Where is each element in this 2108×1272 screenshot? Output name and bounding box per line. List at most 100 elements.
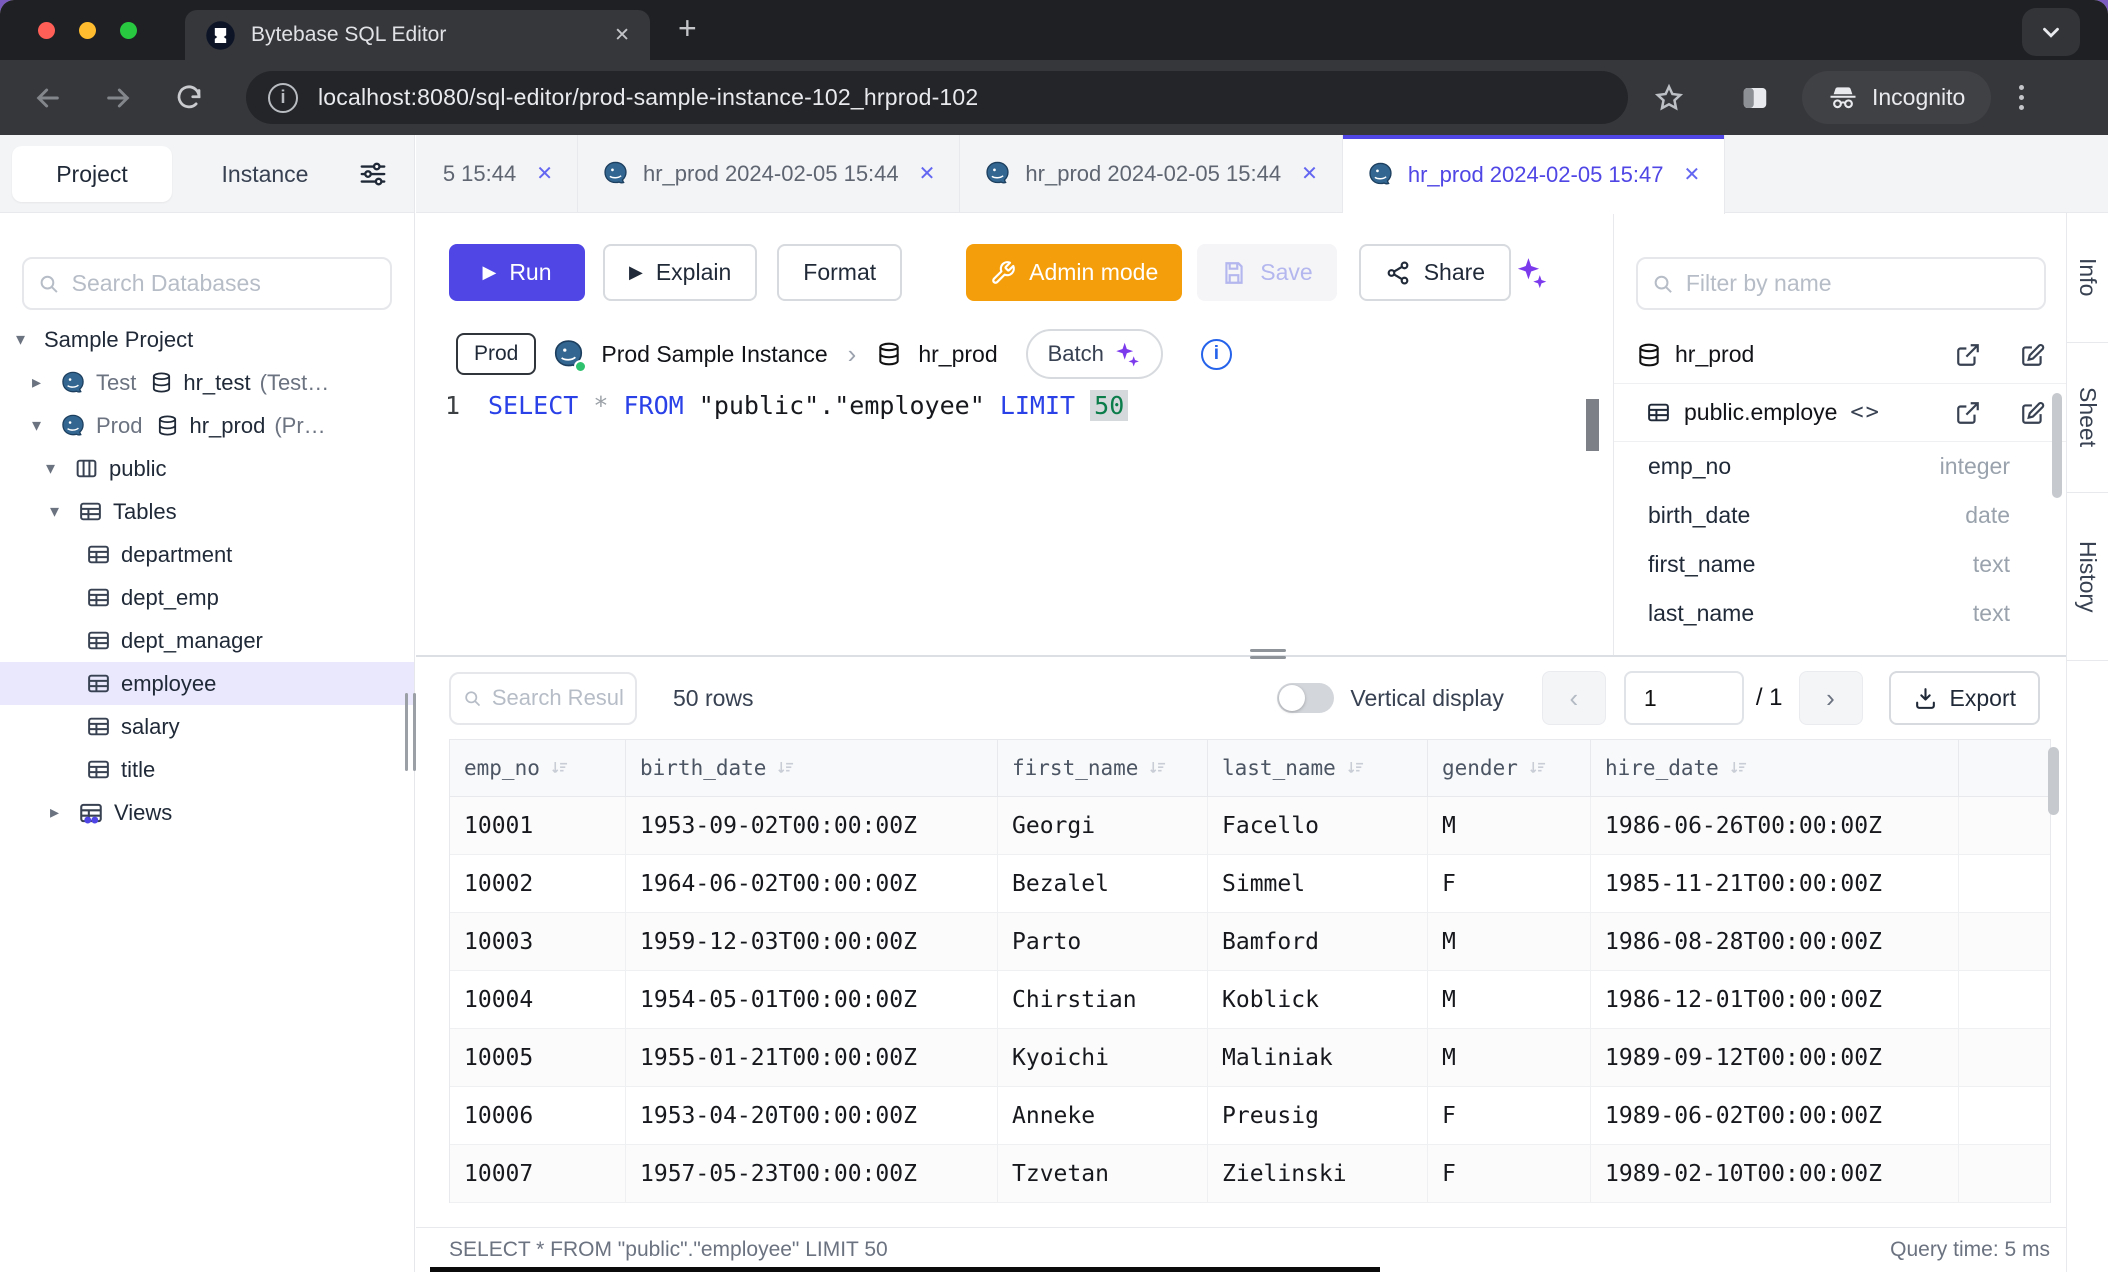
editor-tab[interactable]: hr_prod 2024-02-05 15:47 ✕ bbox=[1343, 135, 1725, 214]
sort-icon[interactable] bbox=[1729, 758, 1750, 779]
tab-search-button[interactable] bbox=[2022, 8, 2080, 56]
close-icon[interactable]: ✕ bbox=[536, 161, 553, 186]
table-row[interactable]: 100061953-04-20T00:00:00ZAnnekePreusigF1… bbox=[450, 1087, 2050, 1145]
table-cell[interactable]: Facello bbox=[1208, 797, 1428, 854]
column-header[interactable]: hire_date bbox=[1591, 740, 1959, 796]
code-editor[interactable]: 1 SELECT * FROM "public"."employee" LIMI… bbox=[416, 391, 1613, 420]
table-row[interactable]: 100011953-09-02T00:00:00ZGeorgiFacelloM1… bbox=[450, 797, 2050, 855]
schema-table-row[interactable]: public.employe <> bbox=[1614, 384, 2068, 442]
schema-column-row[interactable]: emp_no integer bbox=[1614, 442, 2068, 491]
table-cell[interactable]: 1989-09-12T00:00:00Z bbox=[1591, 1029, 1959, 1086]
reload-button[interactable] bbox=[174, 83, 204, 113]
column-header[interactable]: birth_date bbox=[626, 740, 998, 796]
column-header[interactable]: first_name bbox=[998, 740, 1208, 796]
admin-mode-button[interactable]: Admin mode bbox=[966, 244, 1182, 301]
schema-filter[interactable] bbox=[1636, 257, 2046, 310]
page-number-input[interactable] bbox=[1624, 671, 1744, 725]
sort-icon[interactable] bbox=[1148, 758, 1169, 779]
table-cell[interactable]: 1986-08-28T00:00:00Z bbox=[1591, 913, 1959, 970]
caret-icon[interactable]: ▾ bbox=[48, 501, 78, 522]
tree-item[interactable]: title bbox=[0, 748, 414, 791]
tree-item[interactable]: ▾ bbox=[0, 490, 414, 533]
table-cell[interactable]: 1957-05-23T00:00:00Z bbox=[626, 1145, 998, 1202]
open-external-icon[interactable] bbox=[1955, 342, 1981, 368]
table-row[interactable]: 100051955-01-21T00:00:00ZKyoichiMaliniak… bbox=[450, 1029, 2050, 1087]
sort-icon[interactable] bbox=[1346, 758, 1367, 779]
table-cell[interactable]: 10005 bbox=[450, 1029, 626, 1086]
open-external-icon[interactable] bbox=[1955, 400, 1981, 426]
browser-tab[interactable]: Bytebase SQL Editor ✕ bbox=[185, 10, 650, 60]
sort-icon[interactable] bbox=[776, 758, 797, 779]
filter-settings-icon[interactable] bbox=[358, 159, 388, 189]
table-cell[interactable]: F bbox=[1428, 1087, 1591, 1144]
close-icon[interactable]: ✕ bbox=[919, 161, 936, 186]
editor-tab[interactable]: hr_prod 2024-02-05 15:44 ✕ bbox=[960, 135, 1342, 212]
table-cell[interactable]: 1959-12-03T00:00:00Z bbox=[626, 913, 998, 970]
table-cell[interactable]: Bezalel bbox=[998, 855, 1208, 912]
rail-tab[interactable]: Sheet bbox=[2067, 343, 2108, 493]
format-button[interactable]: Format bbox=[777, 244, 902, 301]
editor-tab[interactable]: hr_prod 2024-02-05 15:44 ✕ bbox=[578, 135, 960, 212]
explain-button[interactable]: ▶ Explain bbox=[603, 244, 757, 301]
tree-item[interactable]: dept_emp bbox=[0, 576, 414, 619]
info-icon[interactable]: i bbox=[1201, 339, 1232, 370]
database-name[interactable]: hr_prod bbox=[918, 341, 997, 368]
table-cell[interactable]: 10002 bbox=[450, 855, 626, 912]
table-cell[interactable]: M bbox=[1428, 1029, 1591, 1086]
table-cell[interactable]: M bbox=[1428, 913, 1591, 970]
column-header[interactable]: gender bbox=[1428, 740, 1591, 796]
table-cell[interactable]: 10007 bbox=[450, 1145, 626, 1202]
table-cell[interactable]: Parto bbox=[998, 913, 1208, 970]
close-icon[interactable]: ✕ bbox=[1301, 161, 1318, 186]
results-scrollbar[interactable] bbox=[2048, 747, 2059, 815]
new-tab-button[interactable]: + bbox=[678, 10, 697, 47]
bookmark-star-icon[interactable] bbox=[1654, 83, 1684, 113]
tree-item[interactable]: employee bbox=[0, 662, 414, 705]
table-cell[interactable]: Tzvetan bbox=[998, 1145, 1208, 1202]
caret-icon[interactable]: ▾ bbox=[30, 415, 60, 436]
address-bar[interactable]: i localhost:8080/sql-editor/prod-sample-… bbox=[246, 71, 1628, 124]
vertical-display-toggle[interactable] bbox=[1277, 683, 1334, 713]
table-cell[interactable]: M bbox=[1428, 797, 1591, 854]
export-button[interactable]: Export bbox=[1889, 671, 2040, 725]
caret-icon[interactable]: ▾ bbox=[44, 458, 74, 479]
table-cell[interactable]: 10001 bbox=[450, 797, 626, 854]
tree-item[interactable]: ▾ bbox=[0, 447, 414, 490]
tab-instance[interactable]: Instance bbox=[190, 146, 340, 202]
instance-name[interactable]: Prod Sample Instance bbox=[601, 341, 827, 368]
share-button[interactable]: Share bbox=[1359, 244, 1511, 301]
table-cell[interactable]: 1954-05-01T00:00:00Z bbox=[626, 971, 998, 1028]
table-cell[interactable]: 10006 bbox=[450, 1087, 626, 1144]
caret-icon[interactable]: ▸ bbox=[48, 802, 78, 823]
table-cell[interactable]: 1989-02-10T00:00:00Z bbox=[1591, 1145, 1959, 1202]
table-row[interactable]: 100071957-05-23T00:00:00ZTzvetanZielinsk… bbox=[450, 1145, 2050, 1203]
schema-column-row[interactable]: last_name text bbox=[1614, 589, 2068, 638]
ai-assistant-icon[interactable] bbox=[1515, 256, 1549, 290]
table-cell[interactable]: 1986-12-01T00:00:00Z bbox=[1591, 971, 1959, 1028]
table-cell[interactable]: Preusig bbox=[1208, 1087, 1428, 1144]
column-header[interactable]: last_name bbox=[1208, 740, 1428, 796]
panel-split-handle[interactable] bbox=[1250, 649, 1286, 659]
table-cell[interactable]: Bamford bbox=[1208, 913, 1428, 970]
table-cell[interactable]: 1986-06-26T00:00:00Z bbox=[1591, 797, 1959, 854]
editor-tab[interactable]: 5 15:44 ✕ bbox=[416, 135, 578, 212]
tab-project[interactable]: Project bbox=[12, 146, 172, 202]
results-search[interactable] bbox=[449, 672, 637, 725]
schema-scrollbar[interactable] bbox=[2052, 393, 2062, 498]
table-cell[interactable]: 1989-06-02T00:00:00Z bbox=[1591, 1087, 1959, 1144]
caret-icon[interactable]: ▸ bbox=[30, 372, 60, 393]
table-cell[interactable]: Chirstian bbox=[998, 971, 1208, 1028]
table-cell[interactable]: M bbox=[1428, 971, 1591, 1028]
edit-icon[interactable] bbox=[2020, 342, 2046, 368]
table-cell[interactable]: 1955-01-21T00:00:00Z bbox=[626, 1029, 998, 1086]
tree-item[interactable]: ▸ bbox=[0, 361, 414, 404]
sort-icon[interactable] bbox=[550, 758, 571, 779]
database-search[interactable] bbox=[22, 257, 392, 310]
table-cell[interactable]: 10003 bbox=[450, 913, 626, 970]
close-tab-icon[interactable]: ✕ bbox=[614, 24, 630, 47]
table-cell[interactable]: F bbox=[1428, 855, 1591, 912]
forward-button[interactable] bbox=[102, 82, 134, 114]
save-button[interactable]: Save bbox=[1197, 244, 1336, 301]
table-cell[interactable]: Maliniak bbox=[1208, 1029, 1428, 1086]
table-cell[interactable]: Anneke bbox=[998, 1087, 1208, 1144]
